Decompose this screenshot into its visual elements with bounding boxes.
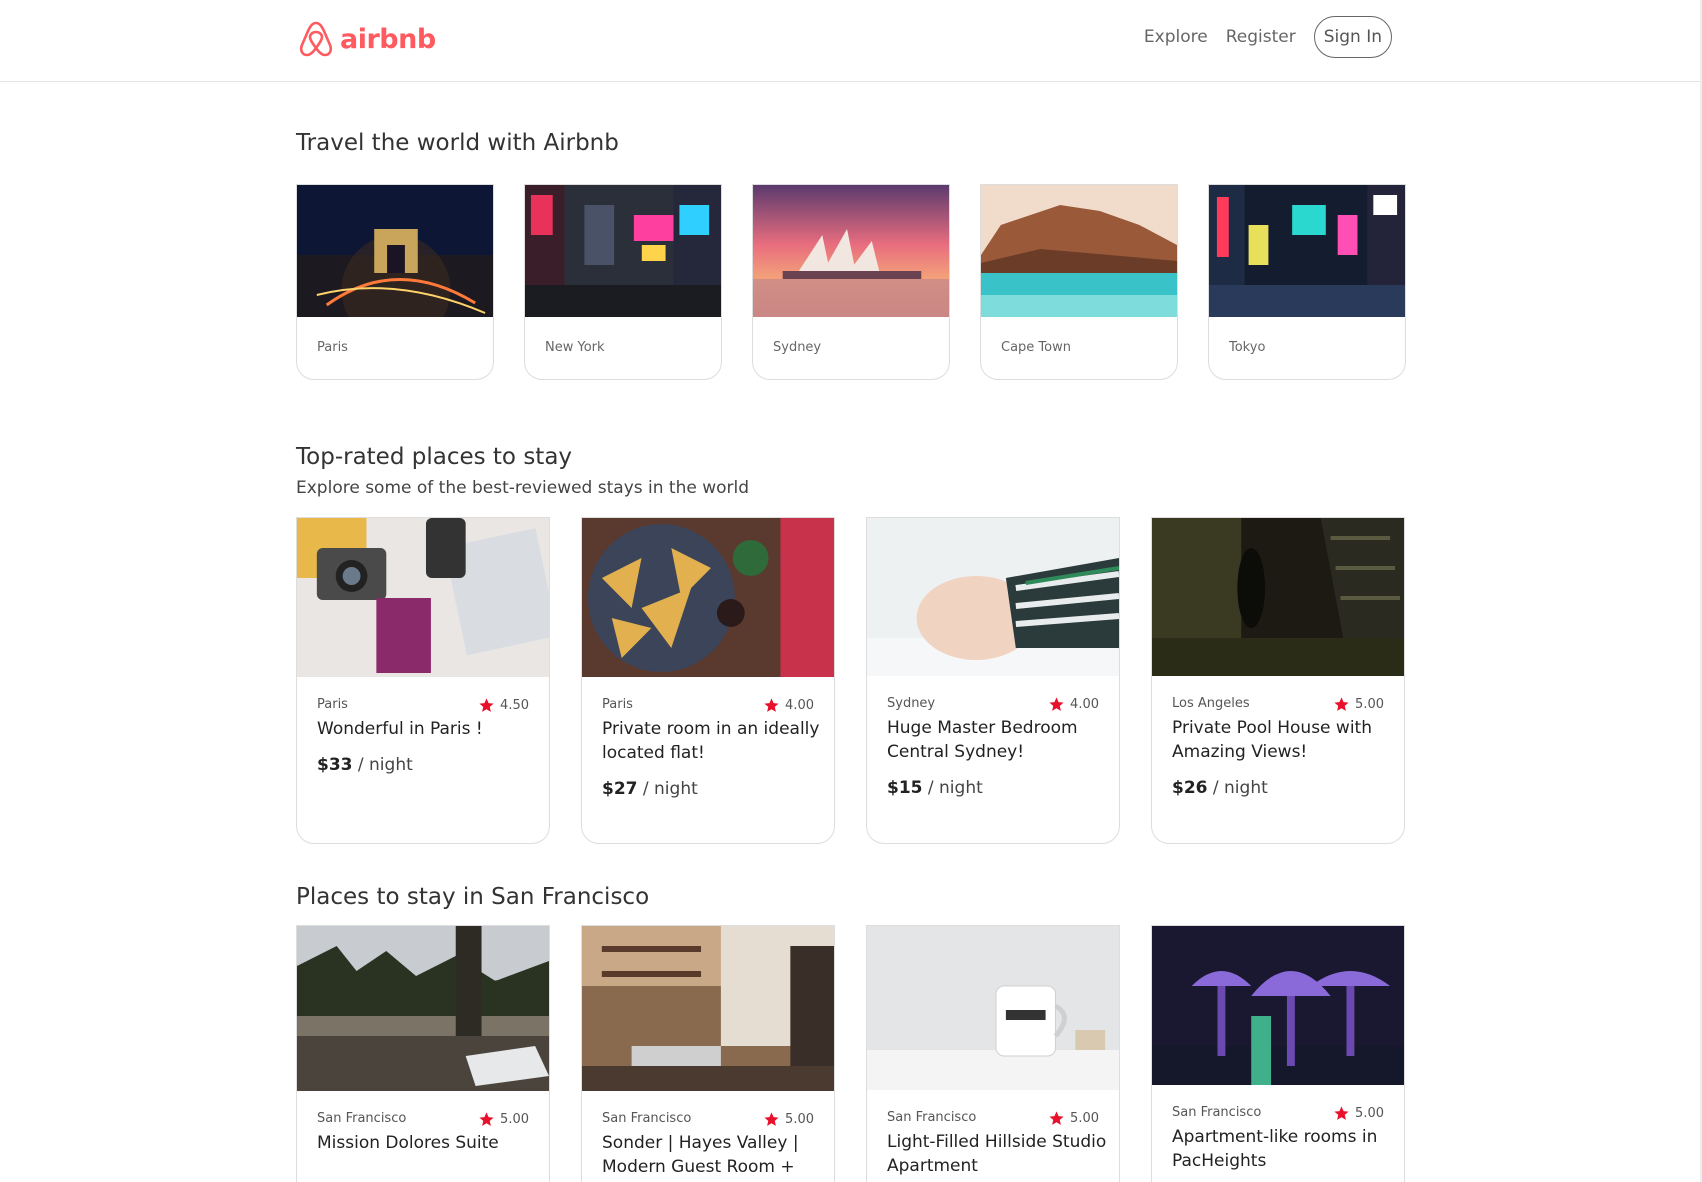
listing-rating: 5.00 xyxy=(1333,1105,1384,1122)
top-navbar: airbnb Explore Register Sign In xyxy=(0,0,1702,82)
price-amount: $15 xyxy=(887,778,923,798)
city-card-tokyo[interactable]: Tokyo xyxy=(1208,184,1406,380)
price-unit: / night xyxy=(352,755,413,775)
top-rated-title: Top-rated places to stay xyxy=(296,444,573,470)
star-icon xyxy=(1049,697,1064,711)
listing-image xyxy=(1152,518,1404,676)
rating-value: 5.00 xyxy=(1070,1111,1099,1126)
listing-price: $15 / night xyxy=(887,778,983,798)
city-card-sydney[interactable]: Sydney xyxy=(752,184,950,380)
listing-rating: 5.00 xyxy=(763,1111,814,1128)
price-amount: $27 xyxy=(602,779,638,799)
listing-title[interactable]: Apartment-like rooms in PacHeights xyxy=(1172,1125,1392,1173)
listing-image xyxy=(582,926,834,1091)
listing-city: San Francisco xyxy=(602,1111,692,1126)
listing-city: Los Angeles xyxy=(1172,696,1250,711)
listing-card[interactable]: San Francisco 5.00 Light-Filled Hillside… xyxy=(866,925,1120,1182)
logo-text: airbnb xyxy=(340,23,436,55)
city-label: Paris xyxy=(317,340,348,355)
rating-value: 5.00 xyxy=(500,1112,529,1127)
listing-image xyxy=(867,518,1119,676)
city-label: Tokyo xyxy=(1229,340,1266,355)
listing-city: Paris xyxy=(317,697,348,712)
listing-image xyxy=(582,518,834,677)
listing-title[interactable]: Sonder | Hayes Valley | Modern Guest Roo… xyxy=(602,1131,822,1179)
price-unit: / night xyxy=(922,778,983,798)
listing-city: Sydney xyxy=(887,696,936,711)
city-label: Cape Town xyxy=(1001,340,1071,355)
city-label: Sydney xyxy=(773,340,822,355)
listing-price: $27 / night xyxy=(602,779,698,799)
top-rated-subtitle: Explore some of the best-reviewed stays … xyxy=(296,478,750,498)
price-amount: $26 xyxy=(1172,778,1208,798)
city-card-paris[interactable]: Paris xyxy=(296,184,494,380)
listing-image xyxy=(297,926,549,1091)
listing-rating: 4.00 xyxy=(1048,696,1099,713)
listing-image xyxy=(867,926,1119,1090)
star-icon xyxy=(479,1112,494,1126)
listing-rating: 4.50 xyxy=(478,697,529,714)
price-amount: $33 xyxy=(317,755,353,775)
listing-price: $26 / night xyxy=(1172,778,1268,798)
star-icon xyxy=(1334,697,1349,711)
listing-city: San Francisco xyxy=(317,1111,407,1126)
listing-card[interactable]: Sydney 4.00 Huge Master Bedroom Central … xyxy=(866,517,1120,844)
listing-title[interactable]: Private room in an ideally located flat! xyxy=(602,717,822,765)
listing-rating: 5.00 xyxy=(478,1111,529,1128)
city-image-paris xyxy=(297,185,493,317)
listing-rating: 5.00 xyxy=(1333,696,1384,713)
nav-register[interactable]: Register xyxy=(1226,27,1296,47)
price-unit: / night xyxy=(1207,778,1268,798)
airbnb-logo[interactable]: airbnb xyxy=(298,18,436,60)
rating-value: 4.50 xyxy=(500,698,529,713)
listing-card[interactable]: San Francisco 5.00 Sonder | Hayes Valley… xyxy=(581,925,835,1182)
star-icon xyxy=(1334,1106,1349,1120)
city-image-tokyo xyxy=(1209,185,1405,317)
city-card-cape-town[interactable]: Cape Town xyxy=(980,184,1178,380)
airbnb-logo-icon xyxy=(299,21,333,57)
listing-city: San Francisco xyxy=(1172,1105,1262,1120)
rating-value: 4.00 xyxy=(1070,697,1099,712)
nav-explore[interactable]: Explore xyxy=(1144,27,1208,47)
sign-in-button[interactable]: Sign In xyxy=(1313,16,1392,58)
listing-title[interactable]: Light-Filled Hillside Studio Apartment xyxy=(887,1130,1107,1178)
rating-value: 5.00 xyxy=(785,1112,814,1127)
nav-links: Explore Register Sign In xyxy=(1144,16,1392,58)
city-card-new-york[interactable]: New York xyxy=(524,184,722,380)
city-image-cape-town xyxy=(981,185,1177,317)
city-image-sydney xyxy=(753,185,949,317)
price-unit: / night xyxy=(637,779,698,799)
travel-section-title: Travel the world with Airbnb xyxy=(296,130,619,156)
listing-image xyxy=(297,518,549,677)
listing-rating: 5.00 xyxy=(1048,1110,1099,1127)
listing-card[interactable]: Paris 4.50 Wonderful in Paris ! $33 / ni… xyxy=(296,517,550,844)
listing-card[interactable]: San Francisco 5.00 Apartment-like rooms … xyxy=(1151,925,1405,1182)
listing-city: San Francisco xyxy=(887,1110,977,1125)
city-label: New York xyxy=(545,340,605,355)
rating-value: 5.00 xyxy=(1355,1106,1384,1121)
listing-image xyxy=(1152,926,1404,1085)
star-icon xyxy=(1049,1111,1064,1125)
star-icon xyxy=(764,1112,779,1126)
listing-title[interactable]: Huge Master Bedroom Central Sydney! xyxy=(887,716,1107,764)
listing-card[interactable]: San Francisco 5.00 Mission Dolores Suite xyxy=(296,925,550,1182)
rating-value: 5.00 xyxy=(1355,697,1384,712)
star-icon xyxy=(479,698,494,712)
listing-price: $33 / night xyxy=(317,755,413,775)
listing-title[interactable]: Mission Dolores Suite xyxy=(317,1131,537,1155)
listing-card[interactable]: Paris 4.00 Private room in an ideally lo… xyxy=(581,517,835,844)
listing-card[interactable]: Los Angeles 5.00 Private Pool House with… xyxy=(1151,517,1405,844)
listing-rating: 4.00 xyxy=(763,697,814,714)
listing-title[interactable]: Private Pool House with Amazing Views! xyxy=(1172,716,1392,764)
star-icon xyxy=(764,698,779,712)
listing-title[interactable]: Wonderful in Paris ! xyxy=(317,717,537,741)
rating-value: 4.00 xyxy=(785,698,814,713)
city-image-new-york xyxy=(525,185,721,317)
listing-city: Paris xyxy=(602,697,633,712)
san-francisco-title: Places to stay in San Francisco xyxy=(296,884,650,910)
